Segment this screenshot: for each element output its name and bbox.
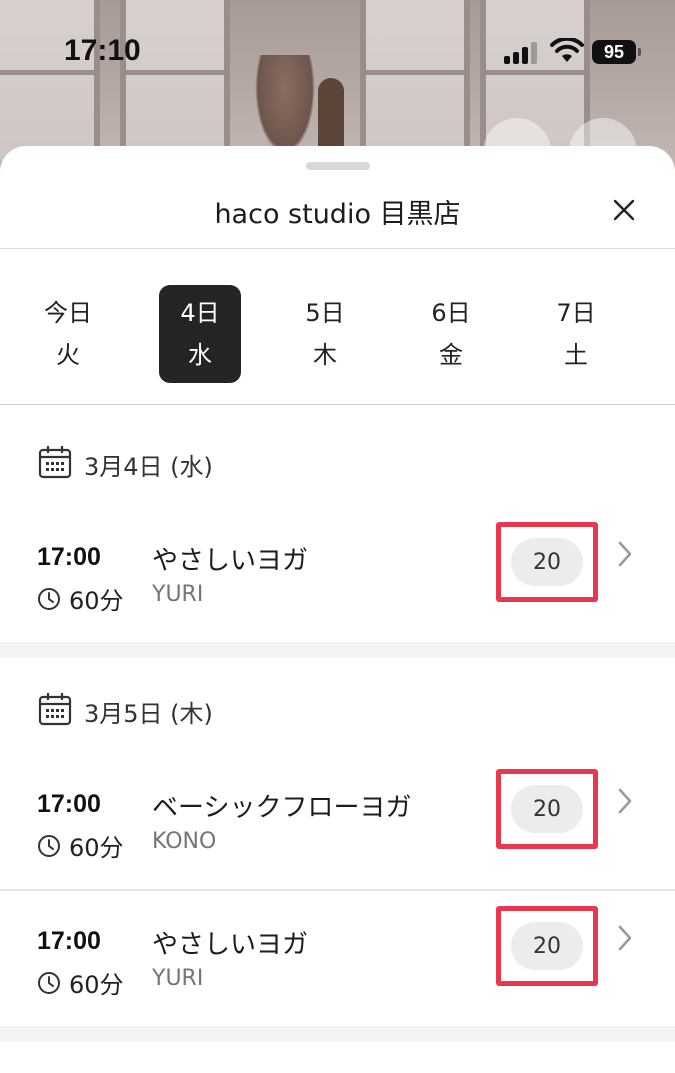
lesson-instructor: YURI (152, 966, 204, 991)
lesson-name: ベーシックフローヨガ (152, 793, 412, 823)
wifi-icon (550, 38, 584, 62)
lesson-duration: 60分 (37, 965, 124, 1000)
lesson-instructor: KONO (152, 829, 217, 854)
lesson-row[interactable]: 17:00 60分 やさしいヨガ YURI 20 (0, 512, 675, 642)
lesson-time: 17:00 (37, 543, 101, 571)
date-tab-4[interactable]: 4日 水 (159, 285, 241, 383)
chevron-right-icon (618, 788, 632, 814)
date-tab-weekday: 火 (56, 341, 80, 369)
capacity-highlight: 20 (496, 522, 598, 602)
date-tab-6[interactable]: 6日 金 (410, 285, 492, 383)
date-tab-day: 6日 (431, 299, 471, 327)
close-button[interactable] (604, 194, 644, 226)
clock-icon (38, 587, 60, 610)
status-time: 17:10 (64, 34, 141, 67)
lesson-sheet: haco studio 目黒店 今日 火 4日 水 5日 木 6日 金 7日 土… (0, 146, 675, 1073)
date-tab-day: 今日 (44, 299, 92, 327)
sheet-header: haco studio 目黒店 (0, 146, 675, 249)
calendar-icon (38, 446, 72, 479)
date-tab-weekday: 木 (313, 341, 337, 369)
lesson-instructor: YURI (152, 582, 204, 607)
section-header-day-2: 3月5日 (木) (0, 652, 675, 732)
lesson-name: やさしいヨガ (152, 546, 309, 576)
chevron-right-icon (618, 925, 632, 951)
section-date: 3月4日 (水) (84, 453, 213, 481)
chevron-right-icon (618, 541, 632, 567)
date-tab-today[interactable]: 今日 火 (27, 285, 109, 383)
row-divider (0, 889, 675, 891)
lesson-duration: 60分 (37, 828, 124, 863)
date-tab-day: 4日 (180, 299, 220, 327)
section-separator (0, 1026, 675, 1042)
capacity-badge: 20 (511, 922, 583, 970)
battery-level: 95 (603, 41, 625, 62)
date-tab-day: 7日 (556, 299, 596, 327)
section-header-day-1: 3月4日 (水) (0, 405, 675, 485)
close-icon (613, 199, 635, 221)
lesson-duration: 60分 (37, 581, 124, 616)
date-tab-7[interactable]: 7日 土 (535, 285, 617, 383)
clock-icon (38, 834, 60, 857)
date-tab-weekday: 金 (439, 341, 463, 369)
studio-title: haco studio 目黒店 (214, 199, 461, 230)
app-screen: 17:10 95 haco studio 目黒店 今日 火 4日 水 5日 木 … (0, 0, 675, 1073)
clock-icon (38, 971, 60, 994)
lesson-row[interactable]: 17:00 60分 ベーシックフローヨガ KONO 20 (0, 759, 675, 889)
lesson-duration-text: 60分 (69, 834, 124, 862)
calendar-icon (38, 693, 72, 726)
date-tabs: 今日 火 4日 水 5日 木 6日 金 7日 土 (0, 249, 675, 405)
capacity-highlight: 20 (496, 906, 598, 986)
section-date: 3月5日 (木) (84, 700, 213, 728)
capacity-badge: 20 (511, 785, 583, 833)
lesson-time: 17:00 (37, 790, 101, 818)
lesson-time: 17:00 (37, 927, 101, 955)
cellular-signal-icon (502, 40, 542, 64)
date-tab-weekday: 土 (564, 341, 588, 369)
date-tab-day: 5日 (305, 299, 345, 327)
capacity-highlight: 20 (496, 769, 598, 849)
status-bar: 17:10 95 (0, 0, 675, 100)
lesson-name: やさしいヨガ (152, 930, 309, 960)
lesson-duration-text: 60分 (69, 587, 124, 615)
date-tab-5[interactable]: 5日 木 (284, 285, 366, 383)
lesson-duration-text: 60分 (69, 971, 124, 999)
capacity-badge: 20 (511, 538, 583, 586)
lesson-row[interactable]: 17:00 60分 やさしいヨガ YURI 20 (0, 896, 675, 1026)
date-tab-weekday: 水 (188, 341, 212, 369)
battery-icon: 95 (592, 40, 641, 64)
